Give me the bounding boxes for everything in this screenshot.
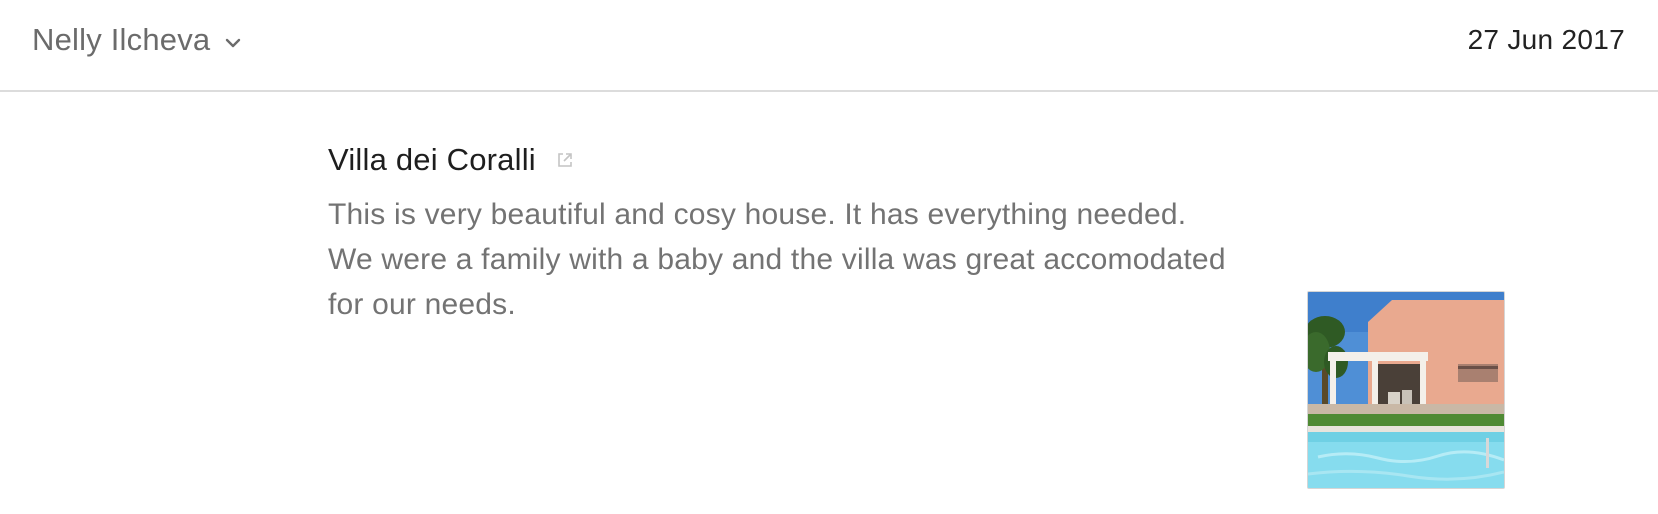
author-dropdown[interactable]: Nelly Ilcheva	[32, 22, 242, 58]
review-text: This is very beautiful and cosy house. I…	[328, 198, 1226, 321]
external-link-icon[interactable]	[556, 151, 574, 169]
villa-photo-thumbnail[interactable]	[1307, 291, 1505, 489]
review-header: Nelly Ilcheva 27 Jun 2017	[0, 0, 1658, 92]
chevron-down-icon[interactable]	[224, 34, 242, 52]
review-date: 27 Jun 2017	[1467, 24, 1625, 55]
author-name[interactable]: Nelly Ilcheva	[32, 22, 210, 58]
villa-photo-image	[1308, 292, 1504, 488]
review-title-row: Villa dei Coralli	[328, 138, 1228, 182]
property-title-link[interactable]: Villa dei Coralli	[328, 142, 536, 178]
review-content: Villa dei Coralli This is very beautiful…	[328, 138, 1228, 327]
